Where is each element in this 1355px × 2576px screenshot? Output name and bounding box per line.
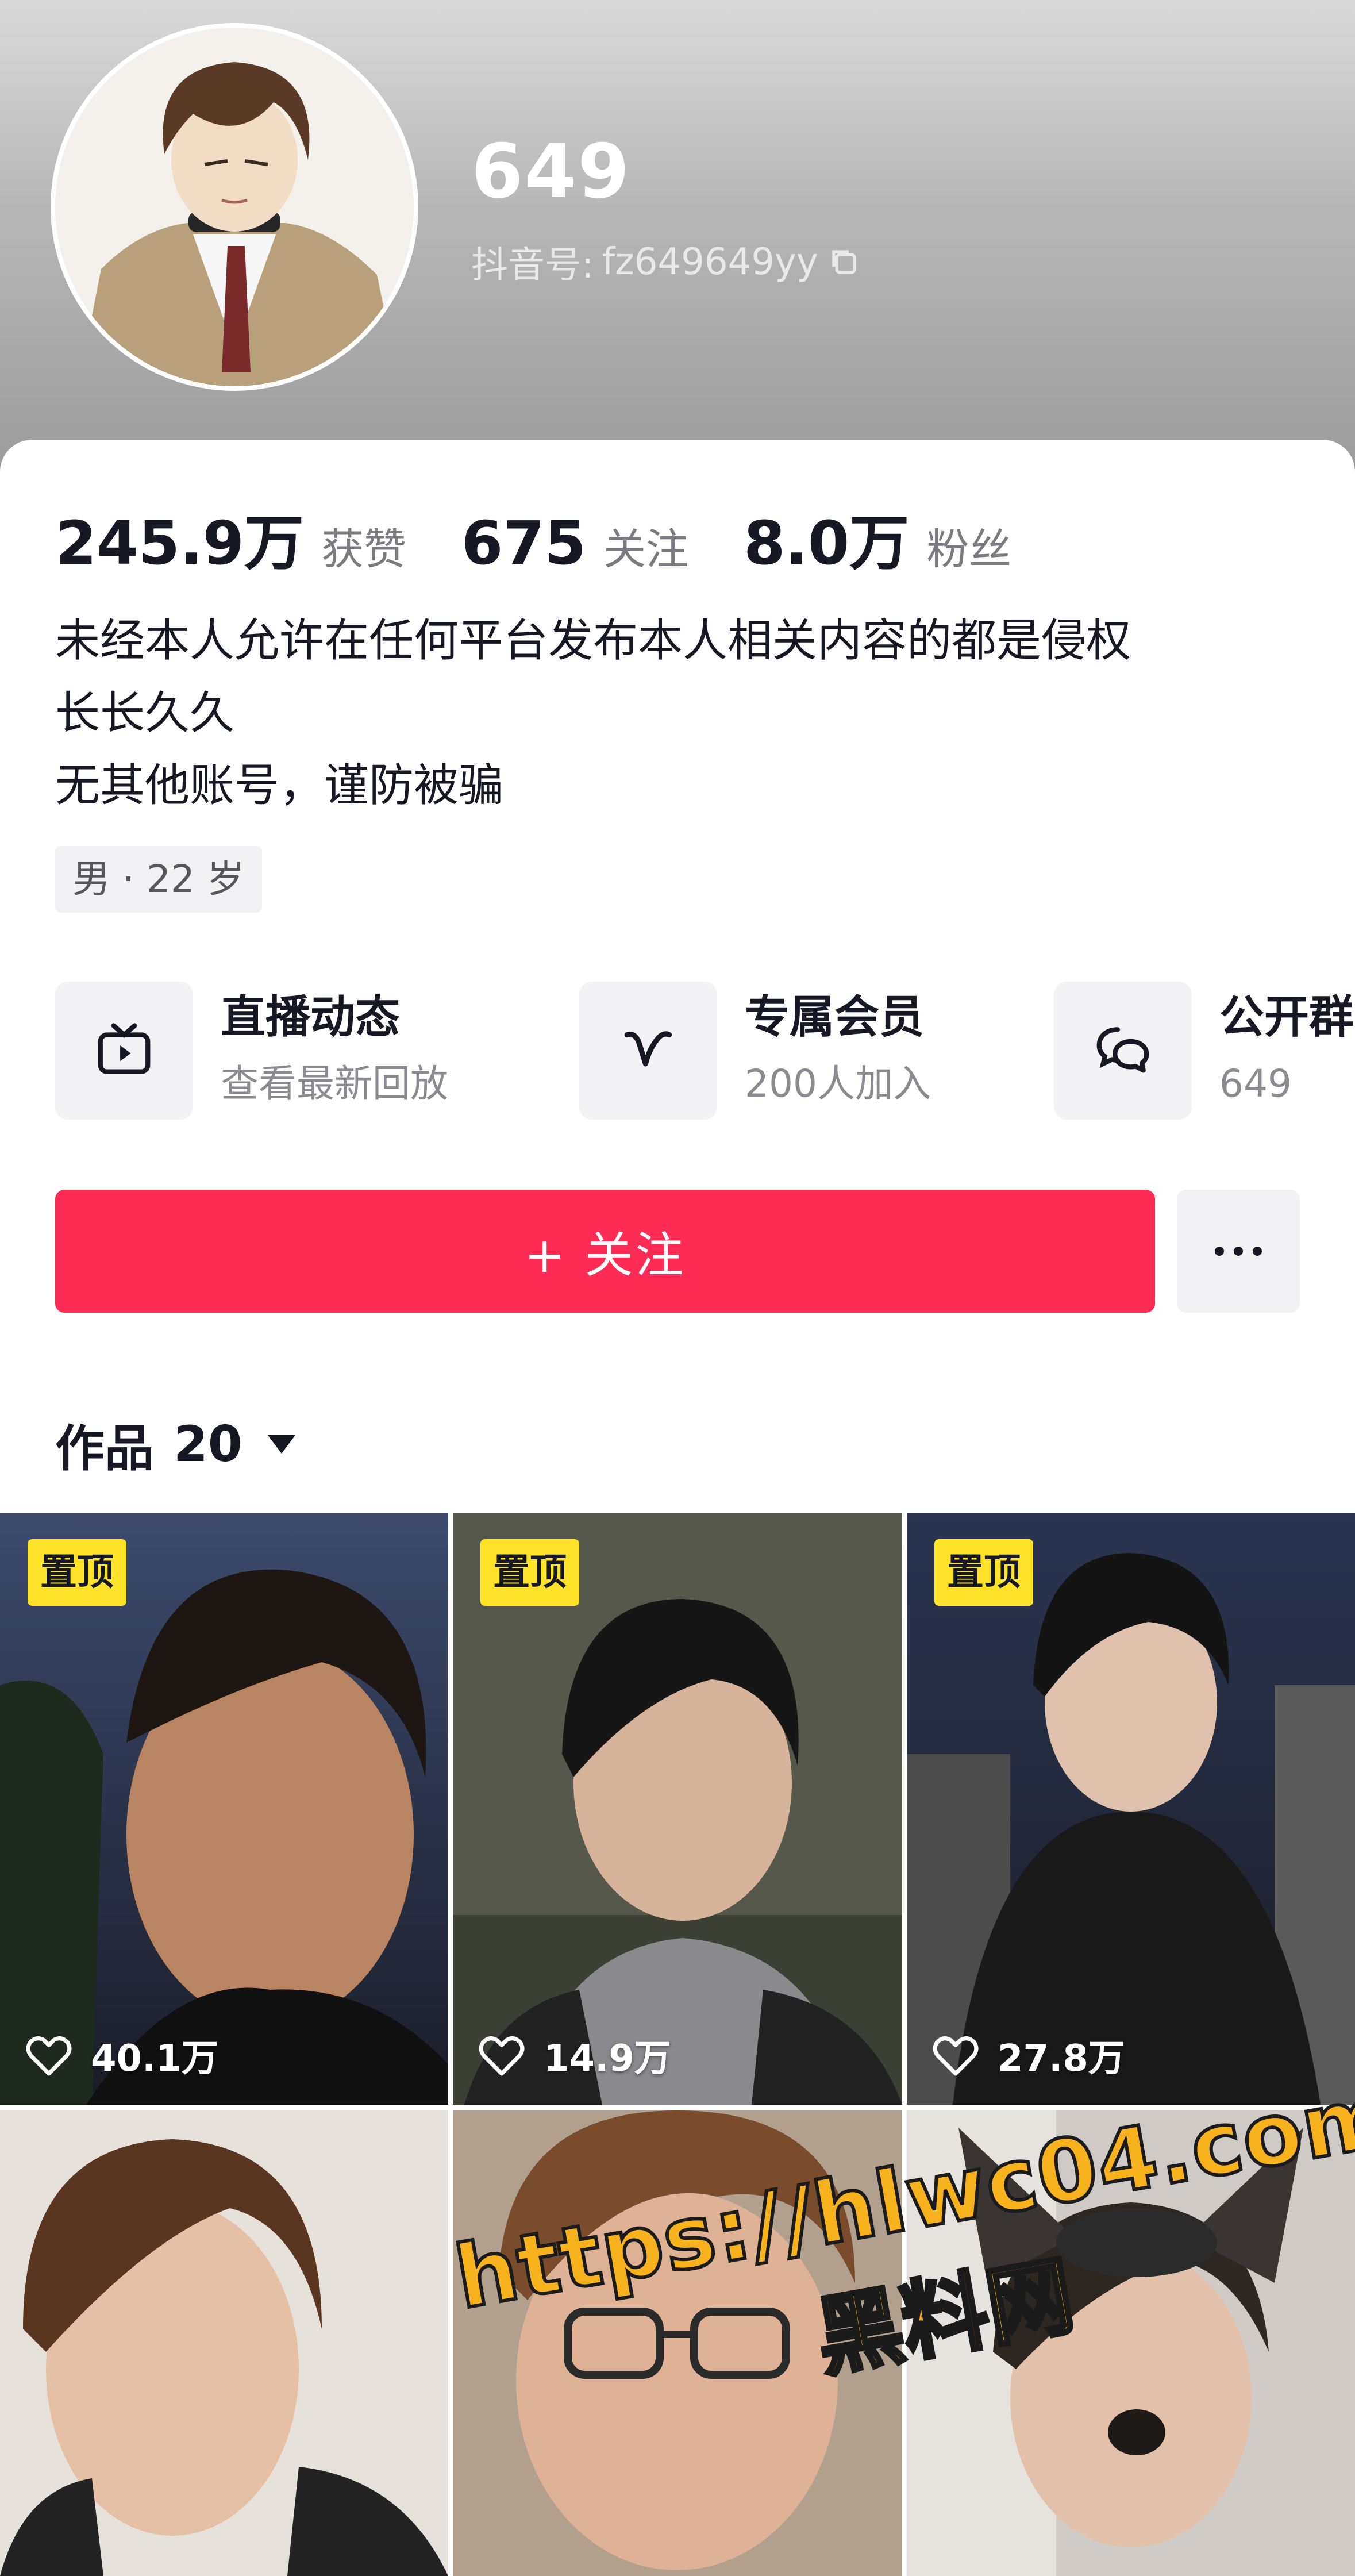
caret-down-icon bbox=[267, 1435, 295, 1454]
feature-icon-box bbox=[579, 982, 717, 1120]
stat-likes[interactable]: 245.9万 获赞 bbox=[55, 494, 406, 581]
feature-membership[interactable]: 专属会员 200人加入 bbox=[579, 982, 931, 1120]
feature-subtitle: 649 bbox=[1219, 1062, 1292, 1106]
feature-text: 直播动态 查看最新回放 bbox=[221, 989, 448, 1113]
follow-label: + 关注 bbox=[524, 1227, 686, 1283]
avatar[interactable] bbox=[55, 28, 414, 386]
likes-count: 27.8万 bbox=[931, 2029, 1125, 2082]
profile-name: 649 bbox=[471, 128, 631, 215]
likes-count: 40.1万 bbox=[24, 2029, 218, 2082]
douyin-id-row: 抖音号: fz649649yy bbox=[471, 236, 862, 289]
feature-title: 公开群 bbox=[1219, 991, 1354, 1043]
video-tile[interactable]: 置顶 27.8万 bbox=[907, 1513, 1355, 2105]
feature-live[interactable]: 直播动态 查看最新回放 bbox=[55, 982, 448, 1120]
feature-subtitle: 查看最新回放 bbox=[221, 1062, 448, 1106]
stat-label: 粉丝 bbox=[926, 525, 1012, 574]
feature-icon-box bbox=[55, 982, 193, 1120]
douyin-id-label: 抖音号: bbox=[471, 244, 594, 287]
bio-line: 长长久久 bbox=[55, 687, 235, 739]
video-tile[interactable]: 置顶 40.1万 bbox=[0, 1513, 448, 2105]
more-icon bbox=[1215, 1247, 1262, 1256]
douyin-id: fz649649yy bbox=[602, 241, 818, 283]
bio: 未经本人允许在任何平台发布本人相关内容的都是侵权 长长久久 无其他账号，谨防被骗 bbox=[55, 605, 1131, 822]
heart-icon bbox=[933, 2036, 979, 2076]
works-count: 20 bbox=[174, 1415, 242, 1473]
video-tile[interactable]: 置顶 14.9万 bbox=[453, 1513, 902, 2105]
tv-icon bbox=[98, 1023, 151, 1074]
feature-row: 直播动态 查看最新回放 专属会员 200人加入 公开群 649 bbox=[55, 982, 1355, 1120]
stat-value: 675 bbox=[461, 508, 587, 578]
copy-icon[interactable] bbox=[826, 244, 862, 280]
profile-card bbox=[0, 440, 1355, 1520]
bio-line: 无其他账号，谨防被骗 bbox=[55, 760, 504, 812]
heart-icon bbox=[26, 2036, 72, 2076]
heart-icon bbox=[479, 2036, 525, 2076]
feature-text: 专属会员 200人加入 bbox=[745, 989, 931, 1113]
more-button[interactable] bbox=[1177, 1190, 1300, 1313]
feature-icon-box bbox=[1054, 982, 1192, 1120]
stat-following[interactable]: 675 关注 bbox=[461, 508, 688, 578]
works-label: 作品 bbox=[55, 1420, 154, 1478]
feature-title: 专属会员 bbox=[745, 991, 925, 1043]
feature-title: 直播动态 bbox=[221, 991, 401, 1043]
avatar-image bbox=[55, 28, 414, 386]
stat-label: 获赞 bbox=[321, 525, 406, 574]
chat-bubbles-icon bbox=[1096, 1027, 1149, 1073]
works-tab[interactable]: 作品 20 bbox=[55, 1408, 298, 1480]
likes-value: 14.9万 bbox=[544, 2037, 671, 2080]
feature-text: 公开群 649 bbox=[1219, 989, 1354, 1113]
feature-public-group[interactable]: 公开群 649 bbox=[1054, 982, 1354, 1120]
pinned-badge: 置顶 bbox=[934, 1539, 1033, 1606]
v-icon bbox=[624, 1031, 672, 1067]
stat-value: 245.9万 bbox=[55, 508, 304, 578]
gender-age-tag: 男 · 22 岁 bbox=[55, 846, 262, 913]
bio-line: 未经本人允许在任何平台发布本人相关内容的都是侵权 bbox=[55, 615, 1131, 667]
likes-value: 40.1万 bbox=[91, 2037, 218, 2080]
pinned-badge: 置顶 bbox=[28, 1539, 126, 1606]
video-thumbnail bbox=[0, 2110, 448, 2576]
video-tile[interactable] bbox=[0, 2110, 448, 2576]
likes-count: 14.9万 bbox=[477, 2029, 671, 2082]
likes-value: 27.8万 bbox=[998, 2037, 1125, 2080]
stat-label: 关注 bbox=[603, 525, 689, 574]
follow-button[interactable]: + 关注 bbox=[55, 1190, 1155, 1313]
feature-subtitle: 200人加入 bbox=[745, 1062, 931, 1106]
stat-followers[interactable]: 8.0万 粉丝 bbox=[744, 494, 1011, 581]
stats-row: 245.9万 获赞 675 关注 8.0万 粉丝 bbox=[55, 494, 1067, 581]
pinned-badge: 置顶 bbox=[480, 1539, 579, 1606]
stat-value: 8.0万 bbox=[744, 508, 910, 578]
